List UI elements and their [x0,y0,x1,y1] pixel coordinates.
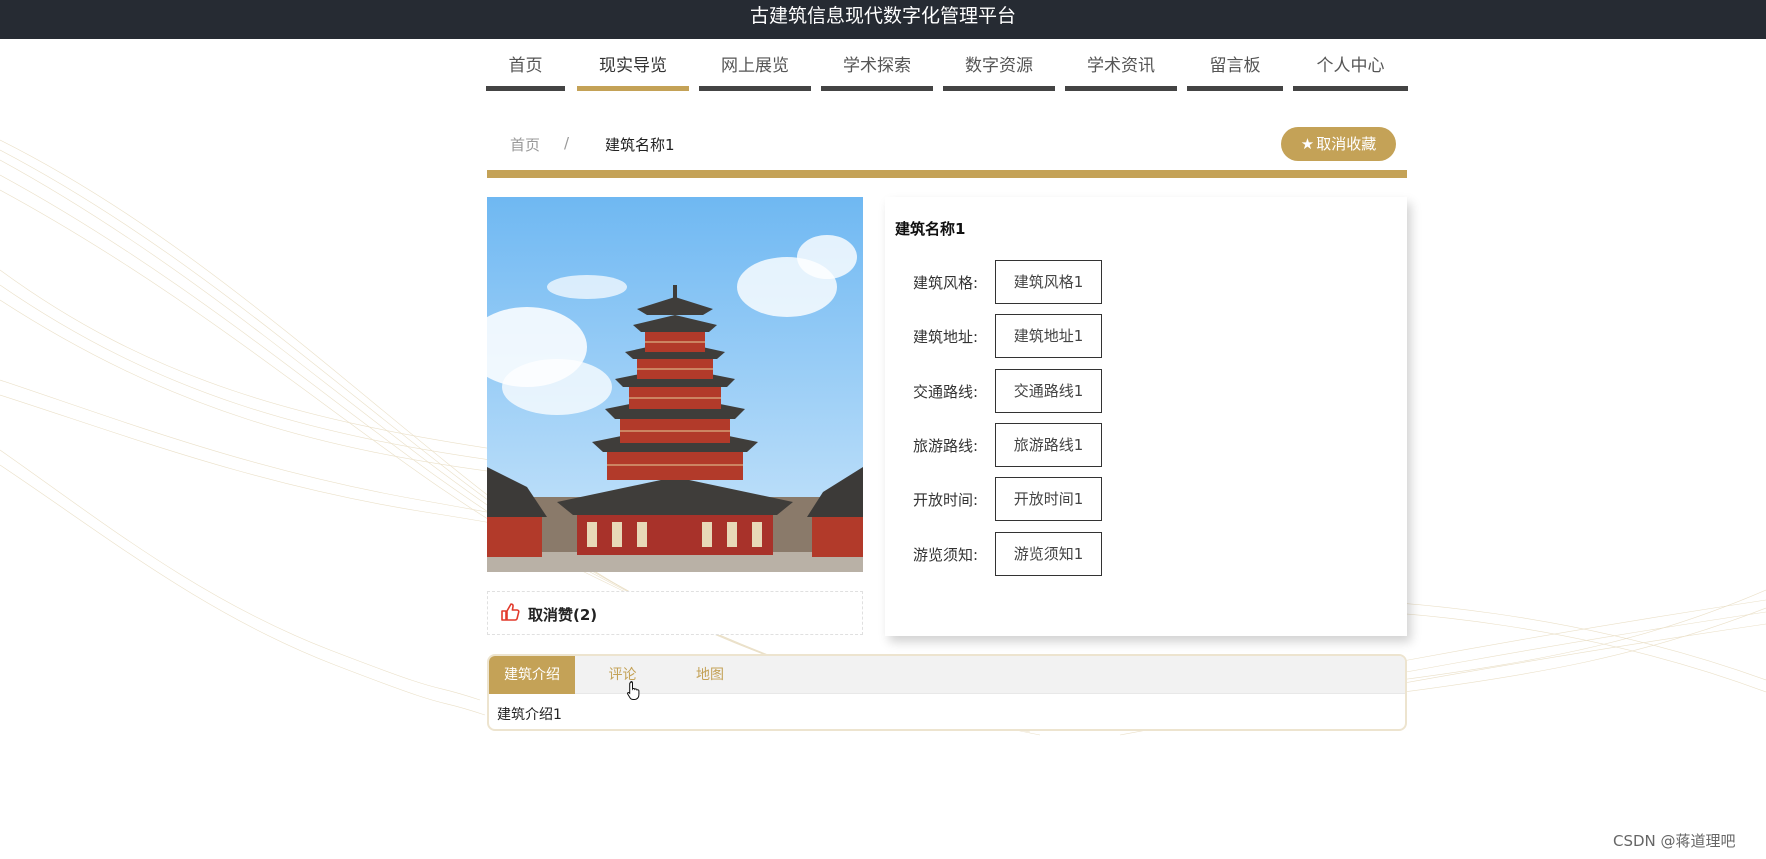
tab-map[interactable]: 地图 [665,656,755,694]
thumbs-up-icon [501,603,520,621]
unfavorite-button[interactable]: ★ 取消收藏 [1281,127,1396,161]
field-value: 旅游路线1 [995,423,1102,467]
field-label: 旅游路线: [913,437,979,455]
star-icon: ★ [1300,135,1315,153]
building-photo [487,197,863,572]
unfavorite-label: 取消收藏 [1316,135,1377,153]
hand-cursor-icon [627,680,640,700]
nav-tour[interactable]: 现实导览 [577,44,689,91]
field-label: 建筑风格: [913,274,979,292]
field-value: 建筑地址1 [995,314,1102,358]
tab-content: 建筑介绍1 [497,707,562,723]
breadcrumb-home[interactable]: 首页 [510,134,540,155]
field-transport: 交通路线: 交通路线1 [885,369,1185,413]
divider [487,170,1407,178]
field-value: 建筑风格1 [995,260,1102,304]
site-title: 古建筑信息现代数字化管理平台 [749,5,1016,27]
top-bar: 古建筑信息现代数字化管理平台 [0,0,1766,39]
nav-digital-resources[interactable]: 数字资源 [943,44,1055,91]
building-name: 建筑名称1 [895,220,966,238]
watermark: CSDN @蒋道理吧 [1613,832,1736,850]
nav-message-board[interactable]: 留言板 [1187,44,1283,91]
like-toggle[interactable]: 取消赞(2) [487,591,863,635]
nav-personal-center[interactable]: 个人中心 [1293,44,1408,91]
field-value: 交通路线1 [995,369,1102,413]
field-label: 建筑地址: [913,328,979,346]
breadcrumb-current: 建筑名称1 [605,136,675,154]
nav-home[interactable]: 首页 [486,44,565,91]
field-value: 开放时间1 [995,477,1102,521]
like-label: 取消赞(2) [528,606,598,624]
field-value: 游览须知1 [995,532,1102,576]
detail-tabs: 建筑介绍 评论 地图 建筑介绍1 [487,654,1407,731]
field-label: 开放时间: [913,491,979,509]
field-style: 建筑风格: 建筑风格1 [885,260,1185,304]
field-opening-hours: 开放时间: 开放时间1 [885,477,1185,521]
breadcrumb-separator: / [564,134,570,152]
tab-comments[interactable]: 评论 [575,656,670,694]
field-label: 游览须知: [913,546,979,564]
field-tour-route: 旅游路线: 旅游路线1 [885,423,1185,467]
tab-introduction[interactable]: 建筑介绍 [489,656,575,694]
wave-background [0,139,1766,736]
field-address: 建筑地址: 建筑地址1 [885,314,1185,358]
nav-exhibition[interactable]: 网上展览 [699,44,811,91]
nav-news[interactable]: 学术资讯 [1065,44,1177,91]
nav-research[interactable]: 学术探索 [821,44,933,91]
field-visitor-notice: 游览须知: 游览须知1 [885,532,1185,576]
field-label: 交通路线: [913,383,979,401]
building-info-card: 建筑名称1 建筑风格: 建筑风格1 建筑地址: 建筑地址1 交通路线: 交通路线… [885,197,1407,636]
